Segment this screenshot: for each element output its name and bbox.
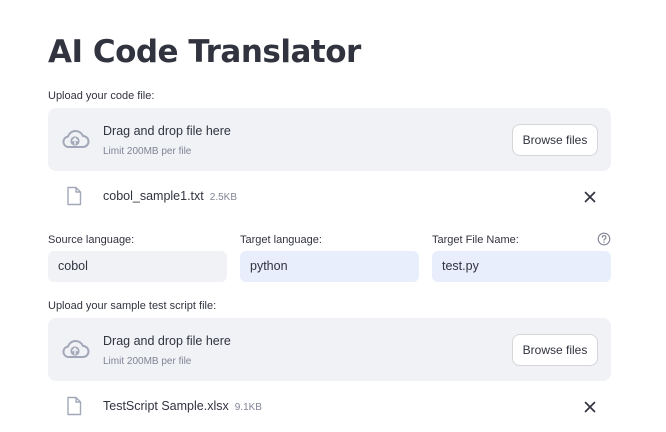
browse-files-button[interactable]: Browse files: [512, 334, 598, 366]
close-icon[interactable]: [583, 190, 597, 204]
file-name: TestScript Sample.xlsx: [103, 399, 229, 413]
source-language-label: Source language:: [48, 234, 135, 246]
browse-files-button[interactable]: Browse files: [512, 124, 598, 156]
app-page: AI Code Translator Upload your code file…: [0, 0, 666, 432]
code-dropzone[interactable]: Drag and drop file here Limit 200MB per …: [48, 108, 611, 171]
target-language-input[interactable]: python: [240, 251, 419, 282]
target-file-name-input[interactable]: test.py: [432, 251, 611, 282]
test-dropzone[interactable]: Drag and drop file here Limit 200MB per …: [48, 318, 611, 381]
cloud-upload-icon: [62, 340, 90, 358]
dropzone-limit: Limit 200MB per file: [103, 356, 192, 367]
file-size: 9.1KB: [234, 402, 262, 413]
page-title: AI Code Translator: [48, 34, 361, 70]
test-upload-label: Upload your sample test script file:: [48, 300, 217, 312]
dropzone-instruction: Drag and drop file here: [103, 124, 231, 138]
uploaded-file-row: TestScript Sample.xlsx 9.1KB: [48, 392, 611, 422]
help-icon[interactable]: [597, 232, 611, 246]
close-icon[interactable]: [583, 400, 597, 414]
target-language-label: Target language:: [240, 234, 322, 246]
code-upload-label: Upload your code file:: [48, 90, 155, 102]
dropzone-limit: Limit 200MB per file: [103, 146, 192, 157]
cloud-upload-icon: [62, 130, 90, 148]
file-name: cobol_sample1.txt: [103, 189, 204, 203]
file-size: 2.5KB: [209, 192, 238, 203]
dropzone-instruction: Drag and drop file here: [103, 334, 231, 348]
source-language-input[interactable]: cobol: [48, 251, 227, 282]
target-file-name-label: Target File Name:: [432, 234, 519, 246]
uploaded-file-row: cobol_sample1.txt 2.5KB: [48, 182, 611, 212]
file-icon: [67, 186, 82, 206]
file-icon: [67, 396, 82, 416]
